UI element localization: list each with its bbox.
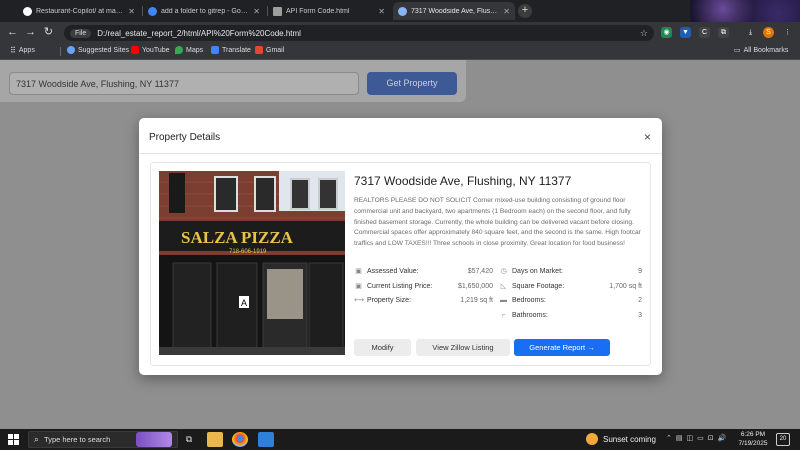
task-view-icon[interactable]: ⧉ xyxy=(181,432,197,447)
ruler-icon: ◺ xyxy=(500,282,507,290)
clock[interactable]: 6:26 PM 7/19/2025 xyxy=(736,431,770,448)
close-icon[interactable]: ✕ xyxy=(503,7,510,16)
bookmark-apps[interactable]: ⠿ Apps xyxy=(10,46,35,55)
stat-square-footage: ◺ Square Footage: 1,700 sq ft xyxy=(500,282,642,290)
youtube-icon xyxy=(131,46,139,54)
file-chip: File xyxy=(70,28,92,38)
get-property-button[interactable]: Get Property xyxy=(367,72,457,95)
close-icon[interactable]: × xyxy=(644,131,651,143)
bookmark-suggested-sites[interactable]: Suggested Sites xyxy=(67,46,129,54)
close-icon[interactable]: ✕ xyxy=(253,7,260,16)
photo-letter-text: A xyxy=(241,298,247,308)
search-icon: ⌕ xyxy=(34,434,40,444)
modify-button[interactable]: Modify xyxy=(354,339,411,356)
tab-title: 7317 Woodside Ave, Flushing, xyxy=(411,7,500,15)
download-icon[interactable]: ⤓ xyxy=(745,27,756,38)
puzzle-icon[interactable]: ⧉ xyxy=(718,27,729,38)
file-icon xyxy=(273,6,282,16)
property-card: SALZA PIZZA 718-606-1919 A 7317 Woodside… xyxy=(150,162,651,366)
modal-divider xyxy=(139,153,662,154)
bookmarks-bar: ⠿ Apps Suggested Sites YouTube Maps Tran… xyxy=(0,43,800,60)
gmail-icon xyxy=(255,46,263,54)
close-icon[interactable]: ✕ xyxy=(378,7,385,16)
tab-google-search[interactable]: add a folder to gitrep - Google ✕ xyxy=(143,2,265,20)
bed-icon: ▬ xyxy=(500,296,507,304)
reload-icon[interactable]: ↻ xyxy=(42,26,55,39)
property-details-modal: Property Details × SALZA PIZZA 718-606-1… xyxy=(139,118,662,375)
back-arrow-icon[interactable]: ← xyxy=(6,26,19,39)
google-icon xyxy=(148,6,157,16)
windows-start-icon[interactable] xyxy=(8,434,19,445)
apps-grid-icon: ⠿ xyxy=(10,46,16,55)
clock-date: 7/19/2025 xyxy=(738,439,768,447)
address-search-input[interactable] xyxy=(9,72,359,95)
url-text: D:/real_estate_report_2/html/API%20Form%… xyxy=(97,28,301,38)
stat-bathrooms: ⌐ Bathrooms: 3 xyxy=(499,309,642,321)
property-photo: SALZA PIZZA 718-606-1919 A xyxy=(159,171,345,355)
bookmark-maps[interactable]: Maps xyxy=(175,46,203,54)
bookmark-all-bookmarks[interactable]: ▭ All Bookmarks xyxy=(734,46,788,55)
clock-time: 6:26 PM xyxy=(740,431,766,438)
tab-title: add a folder to gitrep - Google xyxy=(161,7,250,15)
translate-icon xyxy=(211,46,219,54)
dollar-icon: ▣ xyxy=(355,267,362,275)
github-icon xyxy=(23,6,32,16)
extension-c-icon[interactable]: C xyxy=(699,27,710,38)
modal-title: Property Details xyxy=(149,132,221,143)
stat-property-size: ⟷ Property Size: 1,219 sq ft xyxy=(354,296,493,304)
theme-background xyxy=(690,0,800,22)
tab-restaurant-copilot[interactable]: Restaurant-Copilot/ at main · ✕ xyxy=(18,2,140,20)
tab-property-active[interactable]: 7317 Woodside Ave, Flushing, ✕ xyxy=(393,2,515,20)
bookmark-star-icon[interactable]: ☆ xyxy=(640,28,648,39)
windows-taskbar: ⌕ Type here to search ⧉ Sunset coming ⌃▤… xyxy=(0,429,800,450)
stat-days-on-market: ◷ Days on Market: 9 xyxy=(500,267,642,275)
maps-icon xyxy=(175,46,183,54)
generate-report-button[interactable]: Generate Report → xyxy=(514,339,610,356)
search-card: Get Property xyxy=(0,60,466,102)
folder-icon: ▭ xyxy=(734,47,741,54)
page-overlay: Get Property Property Details × xyxy=(0,60,800,429)
bookmark-translate[interactable]: Translate xyxy=(211,46,251,54)
sunset-weather-icon[interactable] xyxy=(586,433,598,445)
browser-toolbar: ← → ↻ File D:/real_estate_report_2/html/… xyxy=(0,22,800,43)
shield-icon[interactable]: ▼ xyxy=(680,27,691,38)
extension-icon[interactable]: ◉ xyxy=(661,27,672,38)
close-icon[interactable]: ✕ xyxy=(128,7,135,16)
tab-api-form-code[interactable]: API Form Code.html ✕ xyxy=(268,2,390,20)
stat-bedrooms: ▬ Bedrooms: 2 xyxy=(500,296,642,304)
property-address-title: 7317 Woodside Ave, Flushing, NY 11377 xyxy=(354,174,572,188)
stat-current-listing-price: ▣ Current Listing Price: $1,650,000 xyxy=(355,282,493,290)
stat-assessed-value: ▣ Assessed Value: $57,420 xyxy=(355,267,493,275)
forward-arrow-icon[interactable]: → xyxy=(24,26,37,39)
system-tray-icons[interactable]: ⌃▤◫▭⊡🔊 xyxy=(666,434,730,442)
profile-avatar[interactable]: S xyxy=(763,27,774,38)
globe-icon xyxy=(398,6,407,16)
chrome-taskbar-icon[interactable] xyxy=(232,432,248,447)
tab-title: API Form Code.html xyxy=(286,7,350,15)
search-highlight-icon[interactable] xyxy=(136,432,172,447)
property-description: REALTORS PLEASE DO NOT SOLICIT Corner mi… xyxy=(354,197,641,248)
weather-text[interactable]: Sunset coming xyxy=(603,435,656,444)
address-bar[interactable]: File D:/real_estate_report_2/html/API%20… xyxy=(64,25,654,41)
notification-center-icon[interactable]: 20 xyxy=(776,433,790,446)
clock-icon: ◷ xyxy=(500,267,507,275)
bookmark-youtube[interactable]: YouTube xyxy=(131,46,170,54)
vscode-taskbar-icon[interactable] xyxy=(258,432,274,447)
view-zillow-listing-button[interactable]: View Zillow Listing xyxy=(416,339,510,356)
new-tab-button[interactable]: + xyxy=(518,4,532,18)
suggested-sites-icon xyxy=(67,46,75,54)
arrows-icon: ⟷ xyxy=(354,296,365,304)
tag-icon: ▣ xyxy=(355,282,362,290)
photo-phone-text: 718-606-1919 xyxy=(229,249,267,255)
menu-dots-icon[interactable]: ⋮ xyxy=(782,27,793,38)
bookmark-gmail[interactable]: Gmail xyxy=(255,46,284,54)
file-explorer-icon[interactable] xyxy=(207,432,223,447)
photo-sign-text: SALZA PIZZA xyxy=(181,228,294,247)
tab-title: Restaurant-Copilot/ at main · xyxy=(36,7,125,15)
bath-icon: ⌐ xyxy=(501,311,506,319)
tab-strip: Restaurant-Copilot/ at main · ✕ add a fo… xyxy=(0,0,800,22)
